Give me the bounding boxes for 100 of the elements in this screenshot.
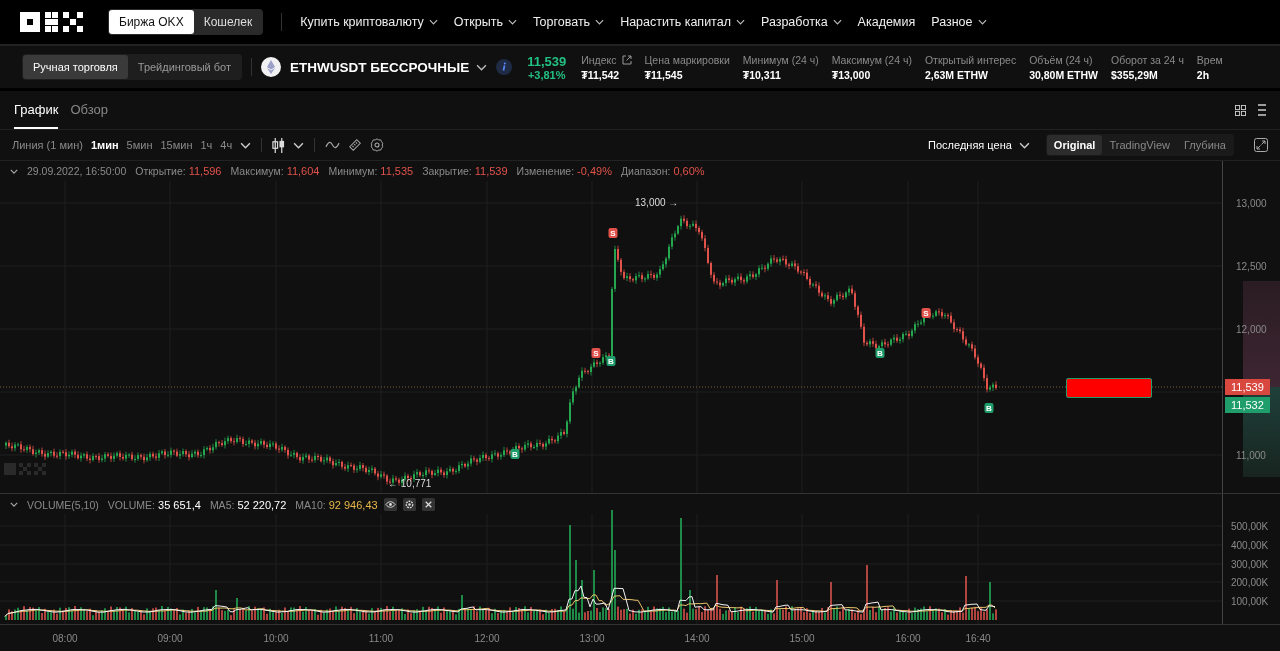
indicator-wave-icon[interactable] xyxy=(325,141,341,149)
last-price-tag: 11,539 xyxy=(1225,379,1270,395)
volume-value: 52 220,72 xyxy=(237,498,287,511)
nav-menu-item[interactable]: Нарастить капитал xyxy=(620,15,745,29)
stat-value: ₮13,000 xyxy=(831,68,872,81)
stat-label: Объём (24 ч) xyxy=(1029,53,1093,66)
trade-marker[interactable]: S xyxy=(921,308,931,318)
trade-marker[interactable]: B xyxy=(875,348,885,358)
interval-option[interactable]: 15мин xyxy=(160,139,193,151)
time-tick-label: 16:00 xyxy=(895,633,921,644)
time-tick-label: 11:00 xyxy=(368,633,394,644)
volume-label: MA5: xyxy=(209,498,235,511)
stat-label: Минимум (24 ч) xyxy=(742,53,819,66)
coin-icon xyxy=(260,57,281,77)
stat-value: $355,29M xyxy=(1111,68,1159,81)
settings-icon[interactable] xyxy=(370,138,385,152)
stat-value: ₮10,311 xyxy=(742,68,782,81)
price-tick-label: 12,500 xyxy=(1236,261,1267,272)
nav-menu-item[interactable]: Открыть xyxy=(453,15,517,29)
volume-value: 92 946,43 xyxy=(328,498,378,511)
price-change: +3,81% xyxy=(527,68,566,81)
list-layout-icon[interactable] xyxy=(1258,104,1266,116)
chevron-down-icon xyxy=(507,19,517,25)
chevron-down-icon[interactable] xyxy=(293,141,305,149)
ohlc-label: Минимум: xyxy=(328,165,378,177)
ohlc-value: -0,49% xyxy=(577,165,612,177)
chevron-down-icon xyxy=(428,19,438,25)
nav-menu-item[interactable]: Разработка xyxy=(760,15,842,29)
collapse-chevron-icon[interactable] xyxy=(10,168,18,174)
stat-label: Цена маркировки xyxy=(644,53,730,66)
trade-marker[interactable]: S xyxy=(591,348,601,358)
interval-option[interactable]: Линия (1 мин) xyxy=(12,139,83,151)
volume-value: 35 651,4 xyxy=(158,498,201,511)
volume-tick-label: 500,00K xyxy=(1231,521,1269,532)
trade-marker[interactable]: B xyxy=(510,449,520,459)
last-price: 11,539 xyxy=(527,53,567,69)
ohlc-label: Максимум: xyxy=(230,165,284,177)
volume-label: MA10: xyxy=(295,498,326,511)
price-tick-label: 13,000 xyxy=(1236,198,1267,209)
time-tick-label: 08:00 xyxy=(52,633,78,644)
time-tick-label: 10:00 xyxy=(263,633,289,644)
nav-menu-item[interactable]: Торговать xyxy=(532,15,605,29)
ohlc-value: 0,60% xyxy=(673,165,705,177)
exchange-tab[interactable]: Кошелек xyxy=(193,10,263,34)
chevron-down-icon xyxy=(595,19,605,25)
stat-label: Индекс xyxy=(581,53,617,66)
interval-option[interactable]: 4ч xyxy=(220,139,233,151)
candlestick-icon[interactable] xyxy=(272,137,286,153)
low-price-annotation: ← 10,771 xyxy=(388,478,432,489)
view-tab[interactable]: Обзор xyxy=(70,91,108,129)
info-icon[interactable] xyxy=(496,59,513,75)
time-tick-label: 09:00 xyxy=(157,633,183,644)
volume-label: VOLUME: xyxy=(107,498,156,511)
nav-menu-item[interactable]: Купить криптовалюту xyxy=(300,15,438,29)
high-price-annotation: 13,000 → xyxy=(635,197,679,208)
time-tick-label: 16:40 xyxy=(965,633,991,644)
nav-menu-item[interactable]: Академия xyxy=(857,15,916,29)
chart-mode-tab[interactable]: TradingView xyxy=(1102,135,1177,155)
ruler-icon[interactable] xyxy=(348,138,363,152)
watermark-logo-icon xyxy=(4,463,46,475)
ohlc-value: 11,535 xyxy=(380,165,414,177)
chevron-down-icon[interactable] xyxy=(240,141,252,149)
trade-marker[interactable]: B xyxy=(984,403,994,413)
grid-layout-icon[interactable] xyxy=(1235,104,1246,116)
price-tick-label: 12,000 xyxy=(1236,324,1267,335)
trade-mode-tab[interactable]: Трейдинговый бот xyxy=(127,55,241,79)
stat-value: 2h xyxy=(1196,68,1211,81)
stat-value: ₮11,545 xyxy=(644,68,684,81)
price-type-dropdown[interactable]: Последняя цена xyxy=(928,139,1030,151)
pair-selector[interactable]: ETHWUSDT БЕССРОЧНЫЕ xyxy=(289,59,488,75)
chart-mode-tab[interactable]: Глубина xyxy=(1176,135,1233,155)
volume-tick-label: 300,00K xyxy=(1231,559,1269,570)
ohlc-label: Диапазон: xyxy=(620,165,671,177)
expand-icon[interactable] xyxy=(1254,138,1268,152)
chevron-down-icon xyxy=(832,19,842,25)
chart-mode-tab[interactable]: Original xyxy=(1046,135,1103,155)
exchange-tab[interactable]: Биржа OKX xyxy=(109,10,194,34)
ohlc-value: 11,539 xyxy=(474,165,508,177)
external-link-icon[interactable] xyxy=(621,54,632,65)
eye-icon[interactable] xyxy=(383,498,397,511)
volume-title: VOLUME(5,10) xyxy=(27,498,99,511)
stat-label: Врем xyxy=(1196,53,1223,66)
trade-marker[interactable]: S xyxy=(608,228,618,238)
volume-tick-label: 200,00K xyxy=(1231,577,1269,588)
trade-marker[interactable]: B xyxy=(606,356,616,366)
nav-menu-item[interactable]: Разное xyxy=(931,15,987,29)
trade-mode-tab[interactable]: Ручная торговля xyxy=(23,55,128,79)
candle-datetime: 29.09.2022, 16:50:00 xyxy=(27,165,127,177)
ohlc-label: Открытие: xyxy=(135,165,186,177)
interval-option[interactable]: 1мин xyxy=(90,139,119,151)
chevron-down-icon xyxy=(977,19,987,25)
ohlc-label: Изменение: xyxy=(516,165,575,177)
collapse-chevron-icon[interactable] xyxy=(10,502,18,507)
ohlc-label: Закрытие: xyxy=(422,165,472,177)
view-tab[interactable]: График xyxy=(14,91,59,129)
interval-option[interactable]: 5мин xyxy=(126,139,153,151)
interval-option[interactable]: 1ч xyxy=(200,139,213,151)
time-tick-label: 15:00 xyxy=(789,633,815,644)
close-icon[interactable] xyxy=(421,498,435,511)
settings-icon[interactable] xyxy=(402,498,416,511)
